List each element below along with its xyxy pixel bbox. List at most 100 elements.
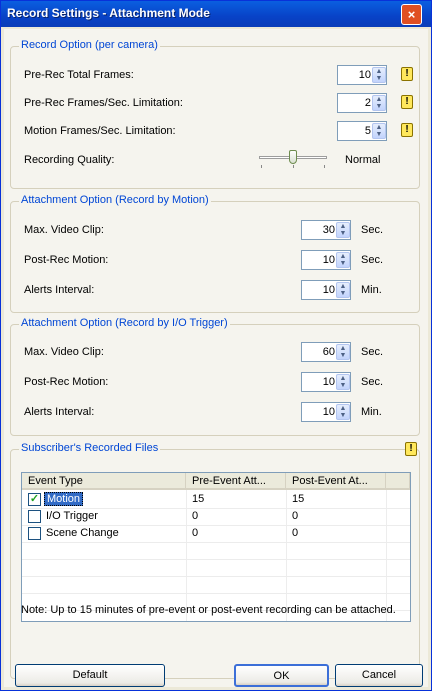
recording-quality-label: Recording Quality: [24,154,115,166]
spin-buttons[interactable]: ▲ ▼ [336,344,350,360]
motion-alerts-label: Alerts Interval: [24,284,95,296]
slider-tick [261,165,262,168]
io-max-clip-label: Max. Video Clip: [24,346,104,358]
slider-tick [324,165,325,168]
warning-icon[interactable]: ! [401,67,413,81]
recording-note: Note: Up to 15 minutes of pre-event or p… [21,604,396,616]
table-row-empty [22,577,410,594]
spin-down-icon[interactable]: ▼ [373,75,385,82]
recorded-files-table[interactable]: Event Type Pre-Event Att... Post-Event A… [21,472,411,622]
spin-up-icon[interactable]: ▲ [373,68,385,75]
spin-up-icon[interactable]: ▲ [373,96,385,103]
post-event-cell[interactable]: 0 [292,510,298,522]
motion-post-rec-label: Post-Rec Motion: [24,254,109,266]
table-row-empty [22,560,410,577]
spin-down-icon[interactable]: ▼ [337,260,349,267]
motion-fps-spinner[interactable]: 5 ▲ ▼ [337,121,387,141]
pre-rec-fps-label: Pre-Rec Frames/Sec. Limitation: [24,97,183,109]
event-type-cell[interactable]: I/O Trigger [46,510,98,522]
spin-buttons[interactable]: ▲ ▼ [372,67,386,83]
motion-post-rec-value[interactable]: 10 [302,254,335,266]
spin-buttons[interactable]: ▲ ▼ [372,95,386,111]
warning-icon[interactable]: ! [401,95,413,109]
table-row[interactable]: ✓ Motion 15 15 [22,492,410,509]
spin-down-icon[interactable]: ▼ [337,412,349,419]
io-post-rec-label: Post-Rec Motion: [24,376,109,388]
slider-thumb[interactable] [289,150,297,164]
spin-buttons[interactable]: ▲ ▼ [336,222,350,238]
spin-down-icon[interactable]: ▼ [337,352,349,359]
spin-down-icon[interactable]: ▼ [373,131,385,138]
pre-rec-total-frames-value[interactable]: 10 [338,69,371,81]
post-event-cell[interactable]: 15 [292,493,304,505]
pre-event-cell[interactable]: 0 [192,527,198,539]
motion-fps-value[interactable]: 5 [338,125,371,137]
spin-buttons[interactable]: ▲ ▼ [336,252,350,268]
attach-io-title: Attachment Option (Record by I/O Trigger… [19,317,230,329]
spin-buttons[interactable]: ▲ ▼ [336,374,350,390]
motion-post-rec-spinner[interactable]: 10 ▲ ▼ [301,250,351,270]
motion-alerts-unit: Min. [361,284,382,296]
pre-rec-total-frames-label: Pre-Rec Total Frames: [24,69,134,81]
slider-tick [293,165,294,168]
io-max-clip-value[interactable]: 60 [302,346,335,358]
motion-alerts-value[interactable]: 10 [302,284,335,296]
warning-icon[interactable]: ! [405,442,417,456]
table-row[interactable]: Scene Change 0 0 [22,526,410,543]
spin-down-icon[interactable]: ▼ [337,230,349,237]
spin-up-icon[interactable]: ▲ [337,223,349,230]
spin-up-icon[interactable]: ▲ [337,375,349,382]
record-option-title: Record Option (per camera) [19,39,160,51]
column-header-event-type[interactable]: Event Type [22,473,186,490]
column-header-pre-event[interactable]: Pre-Event Att... [186,473,286,490]
io-max-clip-spinner[interactable]: 60 ▲ ▼ [301,342,351,362]
post-event-cell[interactable]: 0 [292,527,298,539]
spin-up-icon[interactable]: ▲ [337,283,349,290]
spin-up-icon[interactable]: ▲ [373,124,385,131]
pre-event-cell[interactable]: 15 [192,493,204,505]
motion-post-rec-unit: Sec. [361,254,384,266]
spin-buttons[interactable]: ▲ ▼ [336,404,350,420]
event-type-cell[interactable]: Motion [44,492,84,506]
pre-rec-total-frames-spinner[interactable]: 10 ▲ ▼ [337,65,387,85]
row-checkbox[interactable] [28,527,41,540]
close-button[interactable]: × [401,4,422,25]
io-post-rec-spinner[interactable]: 10 ▲ ▼ [301,372,351,392]
spin-up-icon[interactable]: ▲ [337,405,349,412]
spin-down-icon[interactable]: ▼ [337,290,349,297]
window-title: Record Settings - Attachment Mode [7,6,210,20]
io-alerts-value[interactable]: 10 [302,406,335,418]
ok-button[interactable]: OK [234,664,329,687]
spin-up-icon[interactable]: ▲ [337,253,349,260]
io-alerts-spinner[interactable]: 10 ▲ ▼ [301,402,351,422]
io-alerts-unit: Min. [361,406,382,418]
spin-down-icon[interactable]: ▼ [337,382,349,389]
motion-max-clip-label: Max. Video Clip: [24,224,104,236]
warning-icon[interactable]: ! [401,123,413,137]
spin-up-icon[interactable]: ▲ [337,345,349,352]
subscriber-title: Subscriber's Recorded Files [19,442,161,454]
title-bar[interactable]: Record Settings - Attachment Mode × [1,1,431,27]
column-header-post-event[interactable]: Post-Event At... [286,473,386,490]
spin-buttons[interactable]: ▲ ▼ [372,123,386,139]
cancel-button[interactable]: Cancel [335,664,423,687]
pre-event-cell[interactable]: 0 [192,510,198,522]
row-checkbox[interactable] [28,510,41,523]
pre-rec-fps-spinner[interactable]: 2 ▲ ▼ [337,93,387,113]
table-row[interactable]: I/O Trigger 0 0 [22,509,410,526]
io-post-rec-unit: Sec. [361,376,384,388]
motion-alerts-spinner[interactable]: 10 ▲ ▼ [301,280,351,300]
spin-buttons[interactable]: ▲ ▼ [336,282,350,298]
io-post-rec-value[interactable]: 10 [302,376,335,388]
motion-max-clip-spinner[interactable]: 30 ▲ ▼ [301,220,351,240]
event-type-cell[interactable]: Scene Change [46,527,119,539]
io-max-clip-unit: Sec. [361,346,384,358]
default-button[interactable]: Default [15,664,165,687]
attach-motion-title: Attachment Option (Record by Motion) [19,194,211,206]
record-settings-window: Record Settings - Attachment Mode × Reco… [0,0,432,691]
motion-max-clip-value[interactable]: 30 [302,224,335,236]
spin-down-icon[interactable]: ▼ [373,103,385,110]
column-header-filler [386,473,410,490]
pre-rec-fps-value[interactable]: 2 [338,97,371,109]
row-checkbox[interactable]: ✓ [28,493,41,506]
